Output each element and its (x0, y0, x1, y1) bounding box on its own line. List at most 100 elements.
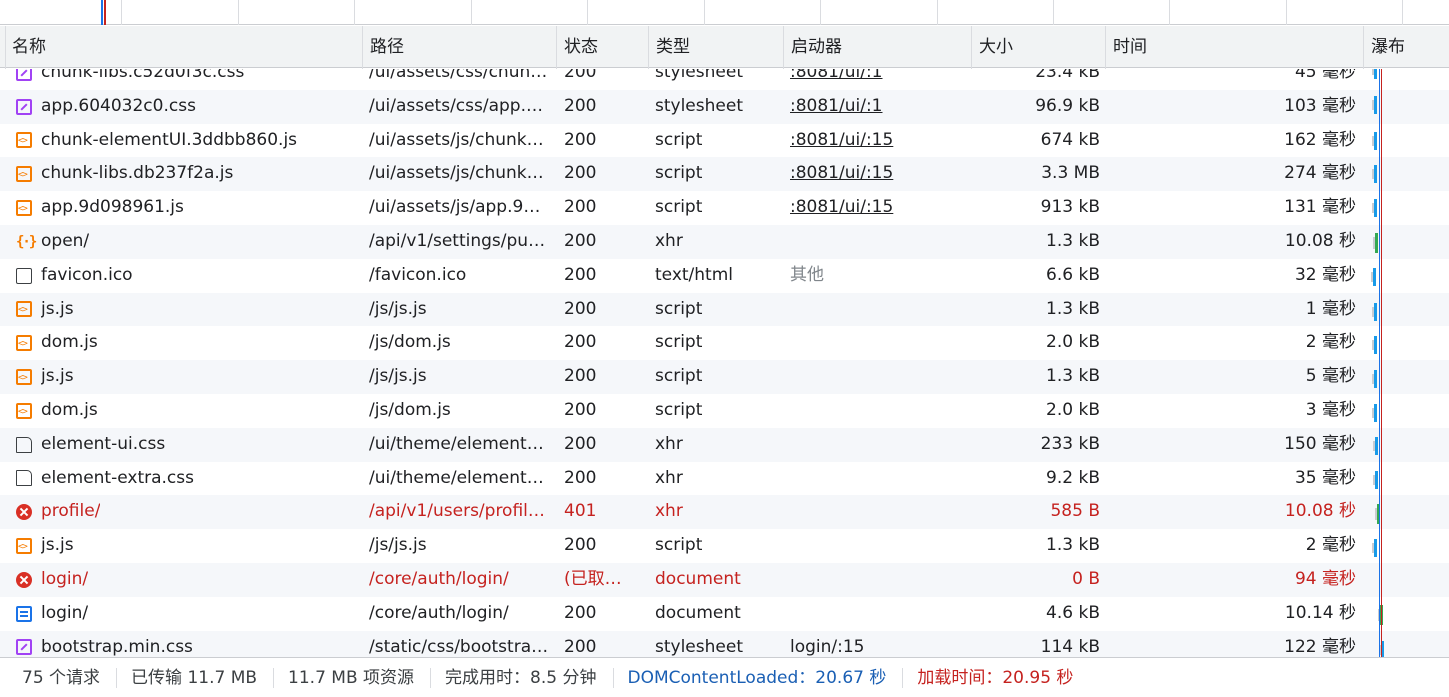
cell-name[interactable]: element-ui.css (16, 428, 360, 462)
table-row[interactable]: chunk-elementUI.3ddbb860.js/ui/assets/js… (0, 123, 1449, 158)
column-header-initiator[interactable]: 启动器 (783, 26, 971, 68)
cell-path: /static/css/bootstra… (369, 636, 549, 657)
cell-status: 200 (564, 602, 597, 623)
table-row[interactable]: js.js/js/js.js 200 script 1.3 kB 2 毫秒 (0, 529, 1449, 563)
waterfall-wait-bar (1372, 99, 1374, 110)
network-overview-timeline[interactable] (0, 0, 1449, 25)
cell-name[interactable]: app.9d098961.js (16, 191, 360, 225)
waterfall-wait-bar (1373, 440, 1375, 451)
cell-path: /ui/theme/element… (369, 433, 544, 454)
table-row[interactable]: chunk-libs.c52d0f3c.css/ui/assets/css/ch… (0, 69, 1449, 90)
cell-path: /js/js.js (369, 298, 427, 319)
request-name: chunk-libs.c52d0f3c.css (41, 69, 245, 82)
cell-path: /ui/theme/element… (369, 467, 544, 488)
table-row[interactable]: chunk-libs.db237f2a.js/ui/assets/js/chun… (0, 157, 1449, 192)
cell-name[interactable]: open/ (16, 225, 360, 259)
cell-size: 3.3 MB (1041, 163, 1100, 184)
overview-gridline (121, 0, 122, 25)
cell-status: 200 (564, 163, 597, 184)
error-icon (16, 571, 32, 588)
table-row[interactable]: login/ /core/auth/login/200 document 4.6 kB… (0, 596, 1449, 631)
cell-name[interactable]: login/ (16, 563, 360, 597)
waterfall-bar (1374, 336, 1377, 355)
cell-type: script (655, 366, 703, 387)
column-header-time[interactable]: 时间 (1105, 26, 1361, 68)
cell-path: /js/js.js (369, 366, 427, 387)
cell-initiator (790, 529, 966, 563)
cell-name[interactable]: bootstrap.min.css (16, 631, 360, 657)
cell-time: 10.08 秒 (1284, 230, 1356, 251)
cell-type: xhr (655, 433, 683, 454)
waterfall-wait-bar (1375, 508, 1377, 521)
column-header-waterfall[interactable]: 瀑布 (1363, 26, 1449, 68)
overview-gridline (1286, 0, 1287, 25)
cell-time: 10.14 秒 (1284, 602, 1356, 623)
cell-name[interactable]: dom.js (16, 394, 360, 428)
cell-name[interactable]: chunk-elementUI.3ddbb860.js (16, 124, 360, 157)
cell-name[interactable]: app.604032c0.css (16, 90, 360, 124)
cell-name[interactable]: js.js (16, 529, 360, 563)
waterfall-bar (1374, 302, 1377, 321)
waterfall-dcl-line (1379, 69, 1380, 657)
cell-time: 5 毫秒 (1305, 366, 1356, 387)
cell-path: /api/v1/settings/pu… (369, 230, 546, 251)
cell-name[interactable]: login/ (16, 597, 360, 631)
table-row[interactable]: js.js/js/js.js 200 script 1.3 kB 1 毫秒 (0, 292, 1449, 327)
cell-path: /api/v1/users/profil… (369, 501, 545, 522)
cell-time: 103 毫秒 (1284, 95, 1356, 116)
column-header-size[interactable]: 大小 (971, 26, 1105, 68)
table-row[interactable]: favicon.ico/favicon.ico 200 text/html 其他 6.6… (0, 258, 1449, 293)
cell-size: 1.3 kB (1046, 535, 1100, 556)
cell-name[interactable]: chunk-libs.db237f2a.js (16, 157, 360, 191)
table-row[interactable]: element-ui.css/ui/theme/element… 200 xhr 23… (0, 427, 1449, 462)
cell-name[interactable]: js.js (16, 293, 360, 326)
cell-type: script (655, 535, 703, 556)
request-name: app.604032c0.css (41, 95, 196, 116)
cell-name[interactable]: profile/ (16, 495, 360, 529)
column-header-name[interactable]: 名称 (4, 26, 360, 68)
resources-size: 11.7 MB 项资源 (273, 658, 430, 697)
cell-size: 114 kB (1040, 636, 1100, 657)
waterfall-bar (1374, 539, 1377, 558)
table-row[interactable]: profile/ /api/v1/users/profil… 401 xhr 585 B… (0, 495, 1449, 530)
document-file-icon (16, 470, 32, 487)
request-count: 75 个请求 (22, 667, 101, 688)
cell-name[interactable]: element-extra.css (16, 462, 360, 496)
waterfall-bar (1374, 165, 1377, 184)
cell-size: 913 kB (1040, 197, 1100, 218)
table-row[interactable]: login/ /core/auth/login/ (已取… document 0 B 94… (0, 562, 1449, 597)
cell-name[interactable]: js.js (16, 360, 360, 394)
cell-name[interactable]: favicon.ico (16, 259, 360, 293)
table-row[interactable]: app.9d098961.js/ui/assets/js/app.9… 200 sc… (0, 191, 1449, 225)
request-name: chunk-elementUI.3ddbb860.js (41, 129, 298, 150)
cell-status: 200 (564, 433, 597, 454)
cell-size: 2.0 kB (1046, 399, 1100, 420)
js-file-icon (16, 159, 32, 191)
table-row[interactable]: dom.js/js/dom.js 200 script 2.0 kB 2 毫秒 (0, 326, 1449, 361)
table-row[interactable]: element-extra.css/ui/theme/element… 200 xh… (0, 461, 1449, 496)
table-row[interactable]: app.604032c0.css/ui/assets/css/app.… 200 s… (0, 89, 1449, 124)
cell-initiator[interactable]: :8081/ui/:15 (790, 157, 966, 191)
cell-status: 200 (564, 535, 597, 556)
column-header-status[interactable]: 状态 (556, 26, 646, 68)
cell-initiator[interactable]: :8081/ui/:1 (790, 90, 966, 124)
table-row[interactable]: js.js/js/js.js 200 script 1.3 kB 5 毫秒 (0, 360, 1449, 394)
cell-initiator[interactable]: :8081/ui/:1 (790, 69, 966, 90)
cell-name[interactable]: chunk-libs.c52d0f3c.css (16, 69, 360, 90)
cell-type: text/html (655, 264, 734, 285)
cell-status: 200 (564, 366, 597, 387)
cell-initiator (790, 326, 966, 360)
css-file-icon (16, 639, 32, 656)
column-header-type[interactable]: 类型 (648, 26, 782, 68)
cell-initiator[interactable]: :8081/ui/:15 (790, 124, 966, 158)
table-row[interactable]: open/ /api/v1/settings/pu… 200 xhr 1.3 kB 10.… (0, 224, 1449, 259)
table-row[interactable]: bootstrap.min.css/static/css/bootstra… 20… (0, 630, 1449, 657)
table-row[interactable]: dom.js/js/dom.js 200 script 2.0 kB 3 毫秒 (0, 393, 1449, 428)
css-file-icon (16, 69, 32, 81)
cell-name[interactable]: dom.js (16, 326, 360, 360)
cell-type: script (655, 163, 703, 184)
request-name: element-ui.css (41, 433, 166, 454)
waterfall-bar (1374, 131, 1377, 150)
column-header-path[interactable]: 路径 (362, 26, 554, 68)
cell-initiator[interactable]: :8081/ui/:15 (790, 191, 966, 225)
